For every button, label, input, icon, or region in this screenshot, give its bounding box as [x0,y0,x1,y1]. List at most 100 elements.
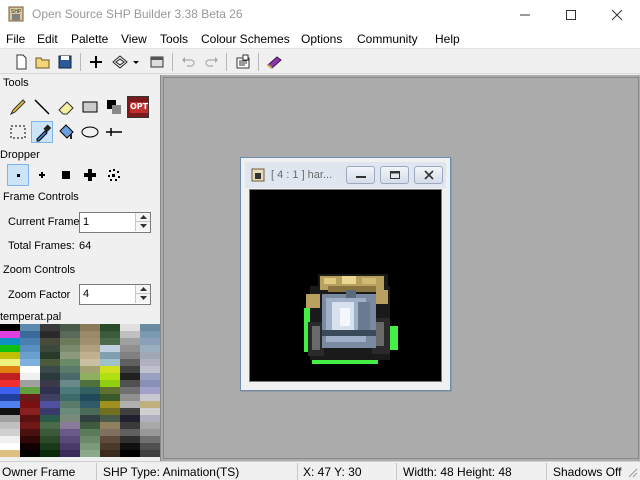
line-tool[interactable] [31,96,53,118]
palette-swatch[interactable] [40,331,60,338]
palette-swatch[interactable] [40,366,60,373]
palette-swatch[interactable] [140,443,160,450]
palette-swatch[interactable] [120,366,140,373]
palette-swatch[interactable] [0,373,20,380]
zoom-factor-up[interactable] [135,285,150,294]
palette-swatch[interactable] [40,436,60,443]
palette-swatch[interactable] [60,324,80,331]
palette-swatch[interactable] [0,380,20,387]
palette-swatch[interactable] [20,436,40,443]
palette-swatch[interactable] [100,387,120,394]
palette-swatch[interactable] [0,450,20,457]
palette-swatch[interactable] [120,429,140,436]
palette-swatch[interactable] [120,394,140,401]
palette-swatch[interactable] [80,380,100,387]
palette-swatch[interactable] [20,338,40,345]
menu-tools[interactable]: Tools [160,32,188,46]
palette-swatch[interactable] [80,408,100,415]
palette-swatch[interactable] [80,373,100,380]
palette-swatch[interactable] [120,401,140,408]
palette-swatch[interactable] [60,352,80,359]
palette-swatch[interactable] [60,331,80,338]
brush-size-spray[interactable] [103,164,125,186]
palette-swatch[interactable] [100,429,120,436]
palette-swatch[interactable] [80,352,100,359]
palette-swatch[interactable] [120,352,140,359]
palette-swatch[interactable] [60,366,80,373]
palette-swatch[interactable] [0,436,20,443]
palette-swatch[interactable] [140,415,160,422]
brush-size-4[interactable] [79,164,101,186]
brush-size-2[interactable] [31,164,53,186]
palette-swatch[interactable] [0,331,20,338]
palette-swatch[interactable] [140,387,160,394]
palette-swatch[interactable] [0,338,20,345]
palette-swatch[interactable] [40,352,60,359]
palette-swatch[interactable] [100,366,120,373]
open-button[interactable] [34,53,52,71]
palette-swatch[interactable] [0,352,20,359]
palette-swatch[interactable] [80,387,100,394]
palette-swatch[interactable] [60,338,80,345]
palette-swatch[interactable] [100,359,120,366]
palette-swatch[interactable] [20,408,40,415]
palette-swatch[interactable] [100,401,120,408]
child-restore-button[interactable] [380,166,409,184]
palette-swatch[interactable] [80,324,100,331]
menu-edit[interactable]: Edit [37,32,58,46]
palette-swatch[interactable] [20,359,40,366]
palette-swatch[interactable] [100,394,120,401]
palette-swatch[interactable] [140,331,160,338]
palette-swatch[interactable] [60,387,80,394]
palette-swatch[interactable] [120,324,140,331]
eraser-tool[interactable] [55,96,77,118]
palette-swatch[interactable] [20,401,40,408]
palette-swatch[interactable] [100,450,120,457]
fill-bucket-tool[interactable] [55,121,77,143]
palette-swatch[interactable] [140,352,160,359]
current-frame-value[interactable]: 1 [83,216,89,228]
menu-help[interactable]: Help [435,32,460,46]
palette-swatch[interactable] [100,415,120,422]
palette-swatch[interactable] [140,366,160,373]
palette-swatch[interactable] [120,338,140,345]
palette-swatch[interactable] [140,380,160,387]
palette-swatch[interactable] [20,394,40,401]
redo-button[interactable] [202,53,220,71]
palette-swatch[interactable] [20,380,40,387]
palette-swatch[interactable] [40,394,60,401]
palette-swatch[interactable] [100,324,120,331]
palette-swatch[interactable] [120,436,140,443]
brush-size-1[interactable] [7,164,29,186]
palette-swatch[interactable] [100,373,120,380]
palette-swatch[interactable] [0,359,20,366]
palette-swatch[interactable] [120,450,140,457]
palette-swatch[interactable] [40,345,60,352]
select-tool[interactable] [7,121,29,143]
palette-swatch[interactable] [100,338,120,345]
menu-colour-schemes[interactable]: Colour Schemes [201,32,290,46]
menu-palette[interactable]: Palette [71,32,108,46]
palette-swatch[interactable] [140,436,160,443]
palette-swatch[interactable] [40,387,60,394]
palette-swatch[interactable] [140,345,160,352]
palette-swatch[interactable] [20,366,40,373]
palette-swatch[interactable] [80,415,100,422]
palette-swatch[interactable] [20,443,40,450]
palette-swatch[interactable] [120,359,140,366]
palette-swatch[interactable] [80,331,100,338]
palette-swatch[interactable] [140,422,160,429]
menu-options[interactable]: Options [301,32,342,46]
palette-swatch[interactable] [80,359,100,366]
palette-swatch[interactable] [80,394,100,401]
palette-swatch[interactable] [40,359,60,366]
palette-swatch[interactable] [60,401,80,408]
palette-swatch[interactable] [0,366,20,373]
palette-swatch[interactable] [80,366,100,373]
palette-swatch[interactable] [40,408,60,415]
palette-book-button[interactable] [265,53,283,71]
new-button[interactable] [12,53,30,71]
palette-swatch[interactable] [60,380,80,387]
palette-swatch[interactable] [80,401,100,408]
palette-swatch[interactable] [20,352,40,359]
